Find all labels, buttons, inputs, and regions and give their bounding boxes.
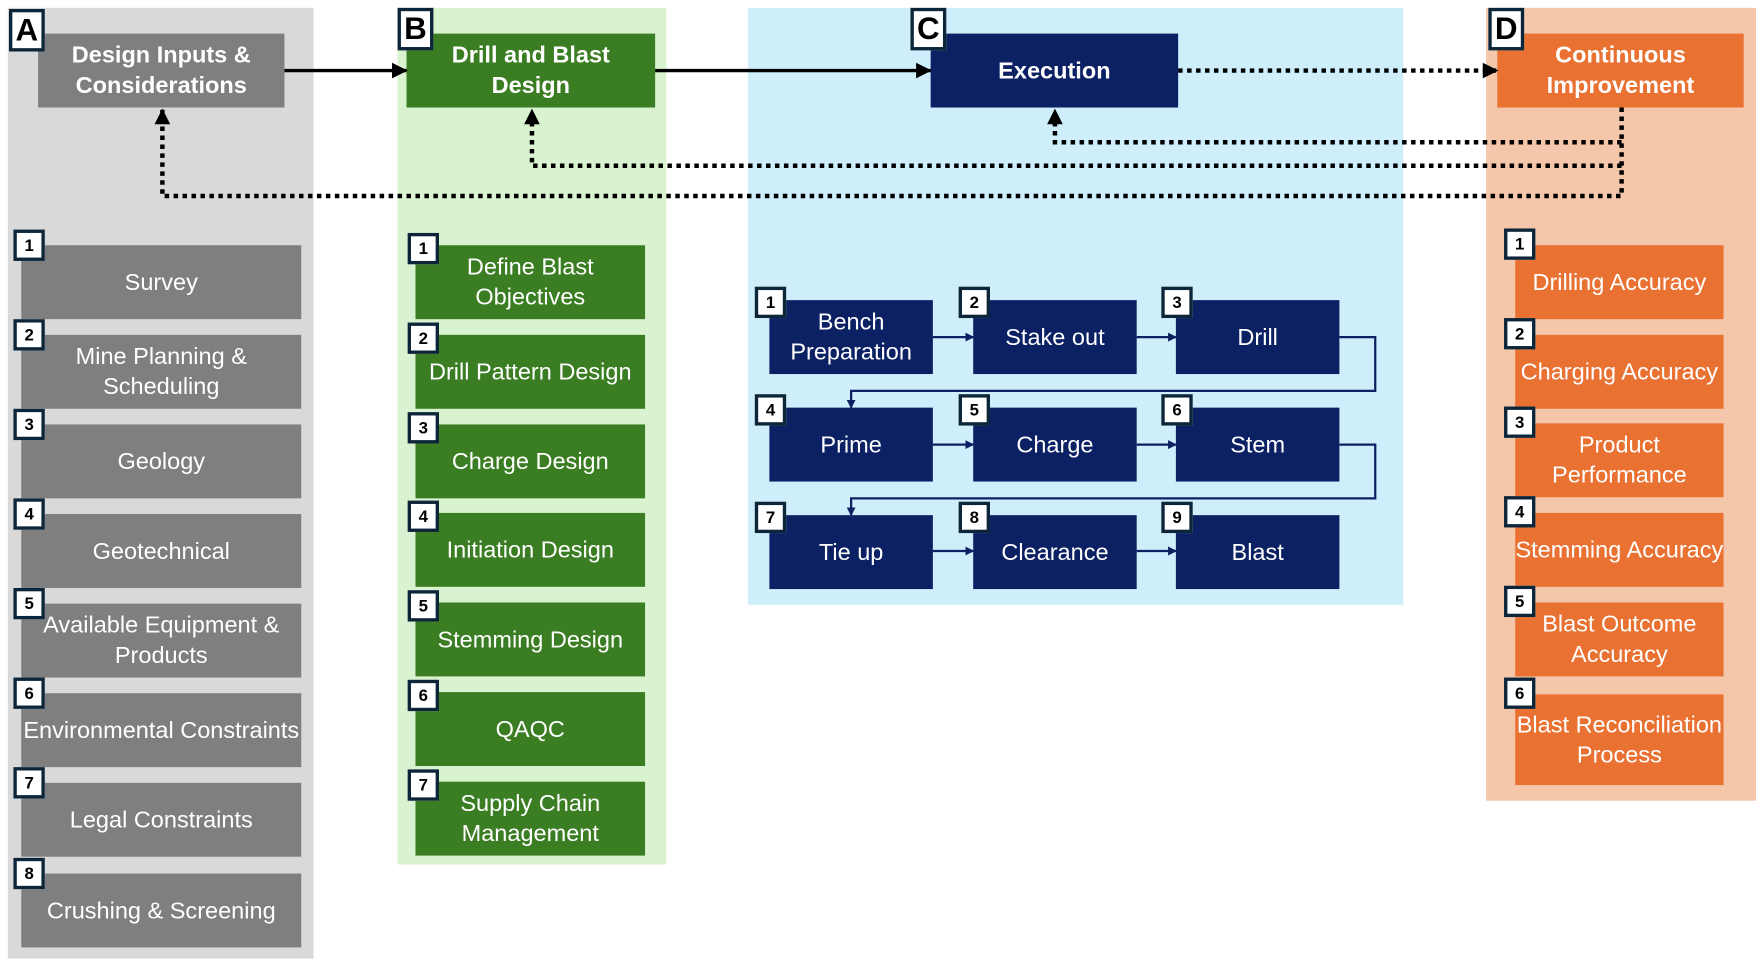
step-number-badge: 2: [1504, 318, 1536, 350]
section-label-b: B: [397, 7, 434, 51]
step-number-badge: 3: [1161, 286, 1193, 319]
step-number-badge: 6: [1161, 394, 1193, 426]
step-number-badge: 4: [13, 498, 45, 530]
step-number-badge: 2: [13, 319, 45, 351]
step-number-badge: 8: [13, 857, 45, 890]
step-number-badge: 5: [407, 590, 440, 622]
step-number-badge: 3: [1504, 406, 1536, 438]
step-number-badge: 4: [1504, 496, 1536, 528]
section-label-d: D: [1488, 7, 1525, 51]
step-number-badge: 5: [13, 587, 45, 620]
step-number-badge: 1: [754, 286, 787, 319]
section-label-c: C: [910, 7, 947, 51]
step-number-badge: 3: [407, 412, 440, 444]
step-number-badge: 1: [407, 232, 440, 265]
step-number-badge: 5: [1504, 585, 1536, 618]
blast-process-diagram: Design Inputs & Considerations Drill and…: [0, 0, 1756, 960]
step-number-badge: 6: [1504, 677, 1536, 709]
step-number-badge: 4: [754, 394, 787, 426]
feedback-d-to-a: [154, 107, 1624, 199]
step-number-badge: 3: [13, 408, 45, 441]
step-number-badge: 1: [13, 229, 45, 261]
step-number-badge: 7: [754, 501, 787, 534]
step-number-badge: 1: [1504, 228, 1536, 260]
connector-arrows: [154, 62, 1624, 556]
step-number-badge: 8: [958, 501, 990, 534]
section-label-a: A: [8, 8, 45, 52]
feedback-d-to-b: [524, 108, 1622, 168]
step-number-badge: 2: [958, 286, 990, 319]
step-number-badge: 2: [407, 322, 440, 354]
step-number-badge: 7: [13, 767, 45, 799]
step-number-badge: 5: [958, 394, 990, 426]
step-number-badge: 9: [1161, 501, 1193, 534]
step-number-badge: 6: [13, 677, 45, 709]
step-number-badge: 7: [407, 769, 440, 801]
step-number-badge: 4: [407, 500, 440, 532]
step-number-badge: 6: [407, 679, 440, 712]
feedback-d-to-c: [1047, 108, 1622, 145]
